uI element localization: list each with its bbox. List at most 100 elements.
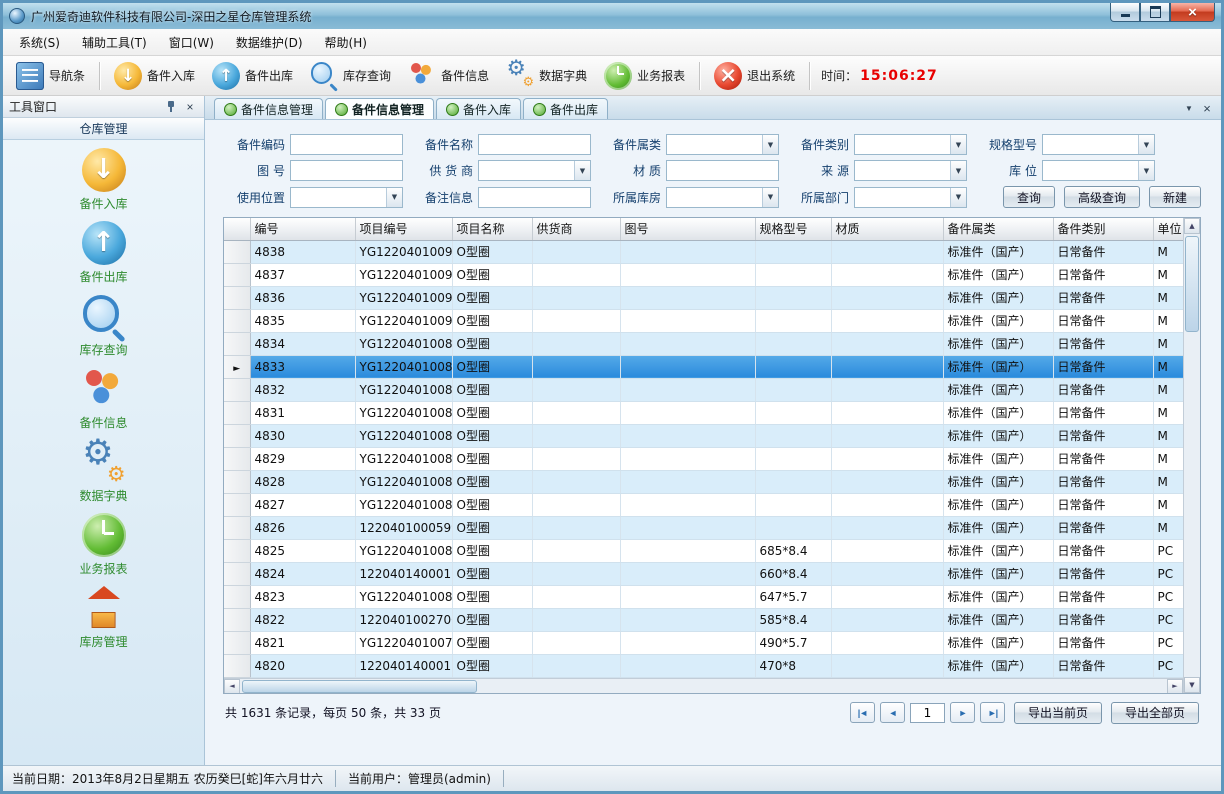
pin-button[interactable] — [163, 99, 179, 114]
table-row[interactable]: 4828YG12204010083O型圈标准件（国产）日常备件M — [224, 470, 1183, 493]
table-row[interactable]: 4821YG12204010079O型圈490*5.7标准件（国产）日常备件PC — [224, 631, 1183, 654]
toolbar-button-stock-query[interactable]: 库存查询 — [303, 59, 398, 93]
toolbar-button-report[interactable]: 业务报表 — [597, 59, 692, 93]
sidebar-item-report[interactable]: 业务报表 — [44, 513, 164, 577]
remark-input[interactable] — [478, 187, 591, 208]
table-row[interactable]: 48261220401000599O型圈标准件（国产）日常备件M — [224, 516, 1183, 539]
prev-page-button[interactable] — [880, 702, 905, 723]
source-select[interactable] — [854, 160, 967, 181]
sidebar-item-warehouse-manage[interactable]: 库房管理 — [44, 586, 164, 650]
tab-dropdown-icon[interactable] — [1181, 104, 1197, 113]
vscroll-track[interactable] — [1184, 334, 1200, 677]
toolbar-button-nav-bar[interactable]: 导航条 — [9, 59, 92, 93]
table-row[interactable]: 4833YG12204010088O型圈标准件（国产）日常备件M — [224, 355, 1183, 378]
drawing-no-input[interactable] — [290, 160, 403, 181]
menu-item-system[interactable]: 系统(S) — [8, 29, 71, 55]
column-header[interactable]: 单位 — [1153, 218, 1183, 240]
row-header-cell[interactable] — [224, 585, 250, 608]
column-header[interactable]: 备件类别 — [1053, 218, 1153, 240]
row-header-cell[interactable] — [224, 470, 250, 493]
tab-parts-info-manage[interactable]: 备件信息管理 — [325, 98, 434, 119]
table-row[interactable]: 4832YG12204010087O型圈标准件（国产）日常备件M — [224, 378, 1183, 401]
warehouse-select[interactable] — [666, 187, 779, 208]
horizontal-scrollbar[interactable] — [224, 678, 1183, 694]
chevron-down-icon[interactable] — [762, 135, 778, 154]
row-header-cell[interactable] — [224, 654, 250, 677]
toolbar-button-parts-out[interactable]: 备件出库 — [205, 59, 300, 93]
table-row[interactable]: 4838YG12204010093O型圈标准件（国产）日常备件M — [224, 240, 1183, 263]
table-row[interactable]: 4837YG12204010092O型圈标准件（国产）日常备件M — [224, 263, 1183, 286]
row-header-cell[interactable] — [224, 309, 250, 332]
row-header-cell[interactable] — [224, 263, 250, 286]
table-row[interactable]: 4834YG12204010089O型圈标准件（国产）日常备件M — [224, 332, 1183, 355]
row-header-cell[interactable] — [224, 378, 250, 401]
tab-parts-out[interactable]: 备件出库 — [523, 98, 608, 119]
tab-parts-in[interactable]: 备件入库 — [436, 98, 521, 119]
table-row[interactable]: 4836YG12204010091O型圈标准件（国产）日常备件M — [224, 286, 1183, 309]
create-new-button[interactable]: 新建 — [1149, 186, 1201, 208]
column-header[interactable]: 编号 — [250, 218, 355, 240]
tab-close-icon[interactable] — [1199, 102, 1215, 115]
scroll-up-icon[interactable] — [1184, 218, 1200, 234]
menu-item-data-maintenance[interactable]: 数据维护(D) — [225, 29, 314, 55]
chevron-down-icon[interactable] — [950, 188, 966, 207]
table-row[interactable]: 48241220401400012O型圈660*8.4标准件（国产）日常备件PC — [224, 562, 1183, 585]
row-header-cell[interactable] — [224, 240, 250, 263]
close-button[interactable] — [1170, 3, 1215, 22]
advanced-query-button[interactable]: 高级查询 — [1064, 186, 1140, 208]
export-all-pages-button[interactable]: 导出全部页 — [1111, 702, 1199, 724]
table-row[interactable]: 4827YG12204010082O型圈标准件（国产）日常备件M — [224, 493, 1183, 516]
table-row[interactable]: 4830YG12204010085O型圈标准件（国产）日常备件M — [224, 424, 1183, 447]
vertical-scrollbar[interactable] — [1183, 218, 1200, 693]
column-header[interactable]: 供货商 — [532, 218, 620, 240]
page-number-input[interactable] — [910, 703, 945, 723]
chevron-down-icon[interactable] — [950, 135, 966, 154]
sidebar-item-parts-info[interactable]: 备件信息 — [44, 367, 164, 431]
column-header[interactable]: 备件属类 — [943, 218, 1053, 240]
hscroll-thumb[interactable] — [242, 680, 477, 693]
table-row[interactable]: 4825YG12204010081O型圈685*8.4标准件（国产）日常备件PC — [224, 539, 1183, 562]
row-header-cell[interactable] — [224, 539, 250, 562]
supplier-select[interactable] — [478, 160, 591, 181]
tab-parts-info-manage[interactable]: 备件信息管理 — [214, 98, 323, 119]
query-button[interactable]: 查询 — [1003, 186, 1055, 208]
row-header-cell[interactable] — [224, 447, 250, 470]
department-select[interactable] — [854, 187, 967, 208]
spec-model-select[interactable] — [1042, 134, 1155, 155]
menu-item-help[interactable]: 帮助(H) — [314, 29, 378, 55]
sidebar-item-data-dict[interactable]: 数据字典 — [44, 440, 164, 504]
toolbar-button-data-dict[interactable]: 数据字典 — [499, 59, 594, 93]
export-current-page-button[interactable]: 导出当前页 — [1014, 702, 1102, 724]
hscroll-track[interactable] — [479, 679, 1167, 694]
part-code-input[interactable] — [290, 134, 403, 155]
column-header[interactable]: 项目编号 — [355, 218, 452, 240]
tool-window-close-button[interactable] — [182, 99, 198, 114]
part-category-select[interactable] — [666, 134, 779, 155]
row-header-cell[interactable] — [224, 401, 250, 424]
sidebar-item-parts-out[interactable]: 备件出库 — [44, 221, 164, 285]
table-row[interactable]: 4831YG12204010086O型圈标准件（国产）日常备件M — [224, 401, 1183, 424]
table-row[interactable]: 48201220401400013O型圈470*8标准件（国产）日常备件PC — [224, 654, 1183, 677]
column-header[interactable]: 图号 — [620, 218, 755, 240]
use-position-select[interactable] — [290, 187, 403, 208]
scroll-left-icon[interactable] — [224, 679, 240, 694]
sidebar-section-warehouse[interactable]: 仓库管理 — [3, 118, 204, 140]
table-row[interactable]: 4835YG12204010090O型圈标准件（国产）日常备件M — [224, 309, 1183, 332]
row-header-cell[interactable] — [224, 286, 250, 309]
column-header[interactable]: 材质 — [831, 218, 943, 240]
column-header[interactable]: 项目名称 — [452, 218, 532, 240]
row-header-cell[interactable] — [224, 516, 250, 539]
minimize-button[interactable] — [1110, 3, 1140, 22]
first-page-button[interactable] — [850, 702, 875, 723]
vscroll-thumb[interactable] — [1185, 236, 1199, 332]
table-row[interactable]: 4823YG12204010080O型圈647*5.7标准件（国产）日常备件PC — [224, 585, 1183, 608]
location-select[interactable] — [1042, 160, 1155, 181]
chevron-down-icon[interactable] — [386, 188, 402, 207]
row-header-cell[interactable] — [224, 332, 250, 355]
chevron-down-icon[interactable] — [762, 188, 778, 207]
chevron-down-icon[interactable] — [1138, 135, 1154, 154]
row-header-cell[interactable] — [224, 424, 250, 447]
chevron-down-icon[interactable] — [1138, 161, 1154, 180]
maximize-button[interactable] — [1140, 3, 1170, 22]
part-type-select[interactable] — [854, 134, 967, 155]
